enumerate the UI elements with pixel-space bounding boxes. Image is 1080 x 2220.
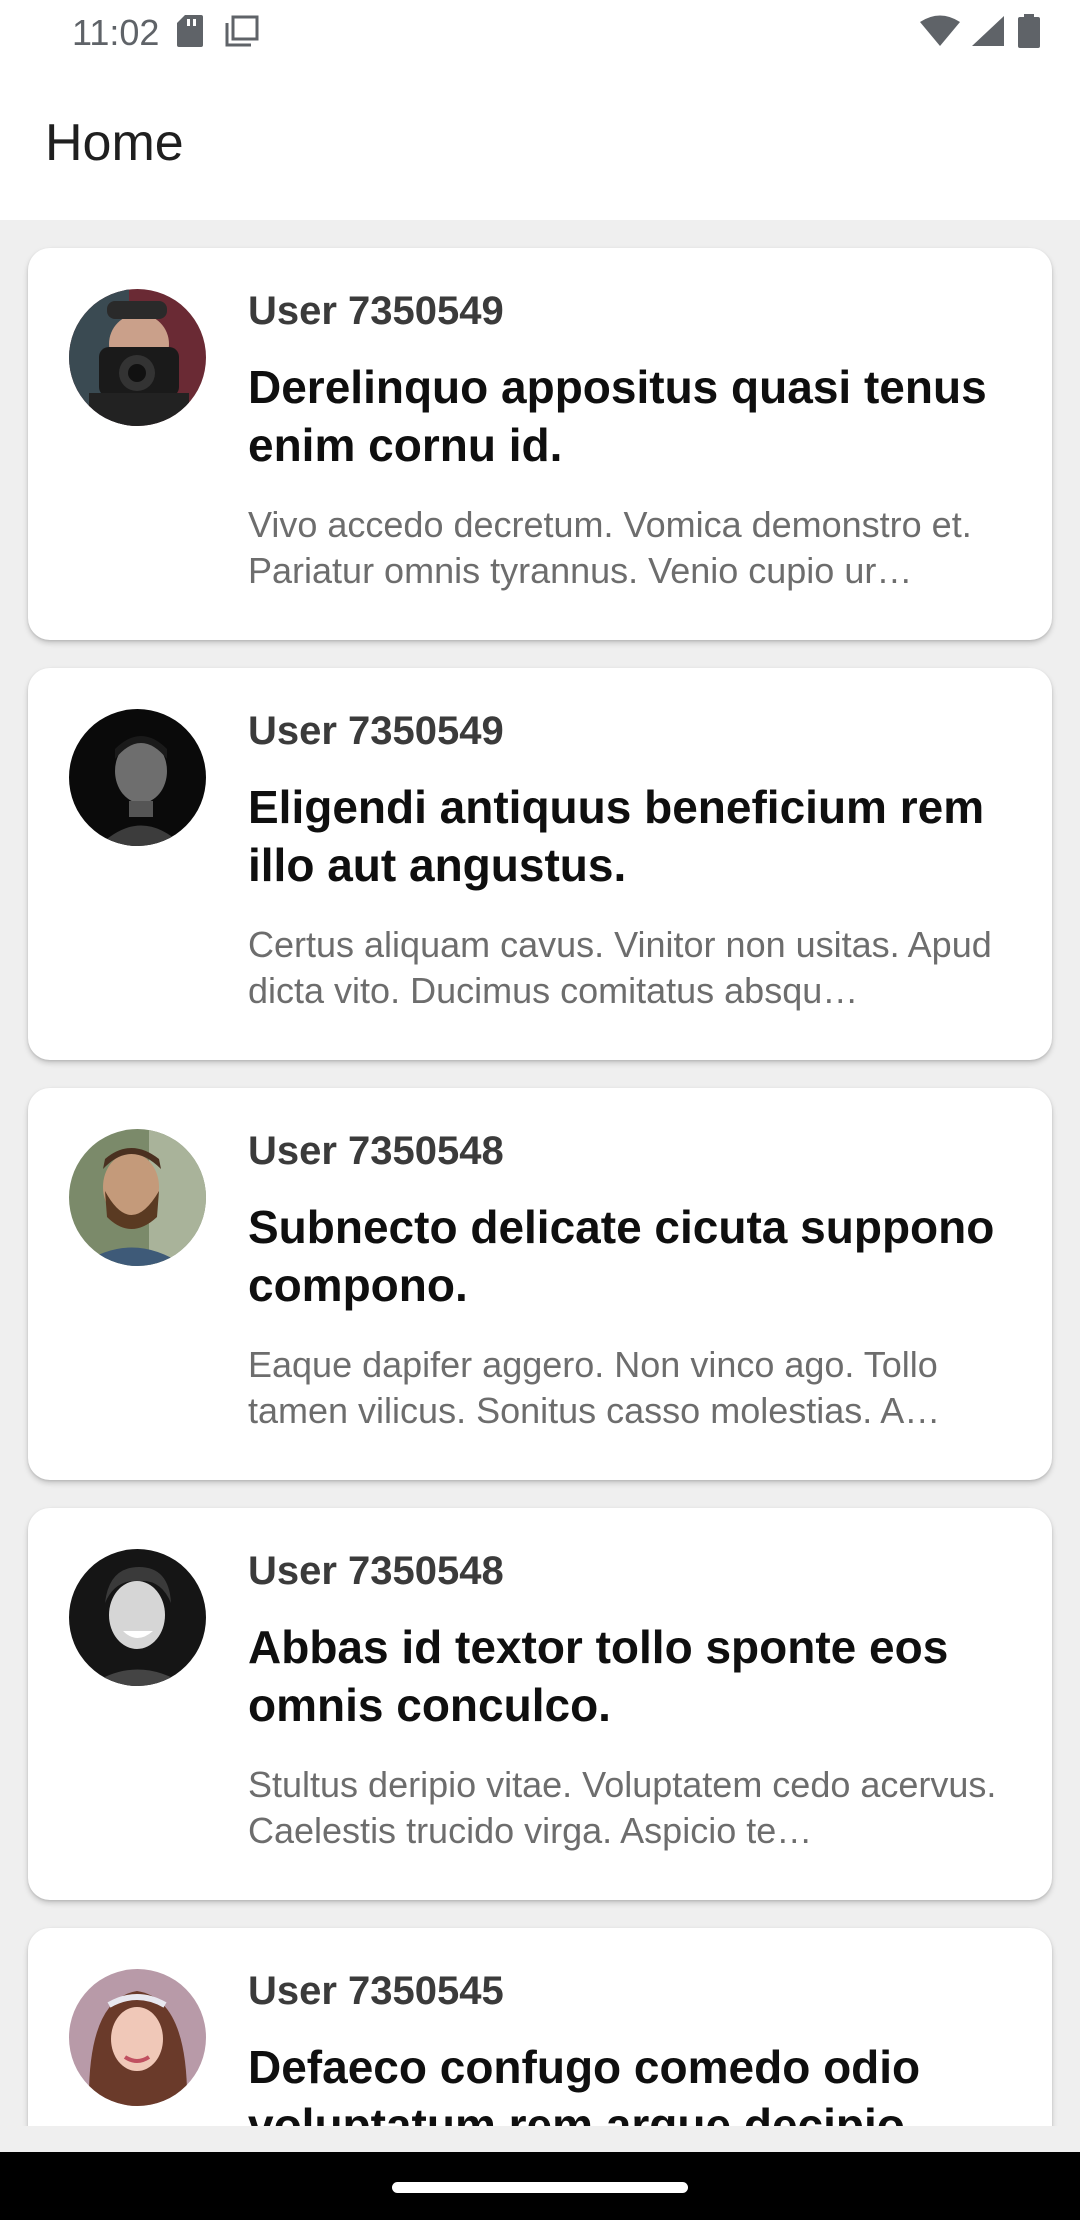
post-author: User 7350545 bbox=[248, 1969, 504, 2013]
wifi-icon bbox=[920, 15, 960, 52]
avatar[interactable] bbox=[69, 709, 206, 846]
status-bar: 11:02 bbox=[0, 0, 1080, 66]
post-author: User 7350549 bbox=[248, 289, 504, 333]
post-card[interactable]: User 7350549 Derelinquo appositus quasi … bbox=[28, 248, 1052, 640]
avatar-photographer-image bbox=[69, 289, 206, 426]
status-time: 11:02 bbox=[72, 12, 160, 53]
home-gesture-handle[interactable] bbox=[392, 2182, 688, 2193]
sd-card-icon bbox=[177, 14, 204, 52]
app-bar: Home bbox=[0, 66, 1080, 220]
avatar-smiling-man-image bbox=[69, 1549, 206, 1686]
post-card[interactable]: User 7350548 Subnecto delicate cicuta su… bbox=[28, 1088, 1052, 1480]
avatar-bearded-man-image bbox=[69, 1129, 206, 1266]
page-title: Home bbox=[45, 114, 184, 172]
screenshot-icon bbox=[225, 15, 259, 52]
post-card[interactable]: User 7350545 Defaeco confugo comedo odio… bbox=[28, 1928, 1052, 2126]
post-card[interactable]: User 7350549 Eligendi antiquus beneficiu… bbox=[28, 668, 1052, 1060]
post-title: Eligendi antiquus beneficium rem illo au… bbox=[248, 781, 985, 891]
navigation-bar bbox=[0, 2152, 1080, 2220]
avatar[interactable] bbox=[69, 289, 206, 426]
post-title: Abbas id textor tollo sponte eos omnis c… bbox=[248, 1621, 949, 1731]
post-card[interactable]: User 7350548 Abbas id textor tollo spont… bbox=[28, 1508, 1052, 1900]
screen: 11:02 Home User 7350549 Derelinquo appos… bbox=[0, 0, 1080, 2220]
avatar[interactable] bbox=[69, 1969, 206, 2106]
avatar[interactable] bbox=[69, 1549, 206, 1686]
post-excerpt: Stultus deripio vitae. Voluptatem cedo a… bbox=[248, 1764, 997, 1851]
avatar-dark-portrait-image bbox=[69, 709, 206, 846]
post-title: Subnecto delicate cicuta suppono compono… bbox=[248, 1201, 995, 1311]
post-title: Defaeco confugo comedo odio voluptatum r… bbox=[248, 2041, 921, 2126]
post-feed[interactable]: User 7350549 Derelinquo appositus quasi … bbox=[0, 220, 1080, 2126]
post-excerpt: Eaque dapifer aggero. Non vinco ago. Tol… bbox=[248, 1344, 941, 1431]
post-excerpt: Vivo accedo decretum. Vomica demonstro e… bbox=[248, 504, 972, 591]
post-title: Derelinquo appositus quasi tenus enim co… bbox=[248, 361, 987, 471]
avatar[interactable] bbox=[69, 1129, 206, 1266]
post-author: User 7350549 bbox=[248, 709, 504, 753]
avatar-woman-image bbox=[69, 1969, 206, 2106]
signal-icon bbox=[972, 15, 1006, 52]
post-author: User 7350548 bbox=[248, 1129, 504, 1173]
post-author: User 7350548 bbox=[248, 1549, 504, 1593]
post-excerpt: Certus aliquam cavus. Vinitor non usitas… bbox=[248, 924, 992, 1011]
battery-icon bbox=[1018, 13, 1040, 53]
